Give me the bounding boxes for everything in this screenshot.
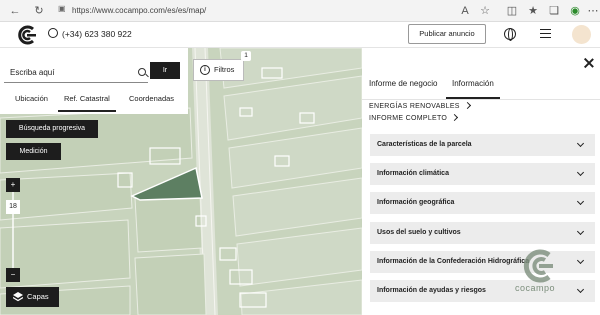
read-aloud-icon[interactable]: A	[458, 4, 472, 18]
tab-informe-negocio[interactable]: Informe de negocio	[369, 77, 438, 99]
menu-icon[interactable]	[540, 29, 551, 38]
section-label: Información geográfica	[377, 199, 455, 206]
section-caracteristicas[interactable]: Características de la parcela	[370, 134, 595, 156]
section-label: Información climática	[377, 170, 449, 177]
split-screen-icon[interactable]: ◫	[505, 4, 519, 18]
phone-number: (+34) 623 380 922	[62, 29, 132, 39]
section-climatica[interactable]: Información climática	[370, 163, 595, 185]
lock-icon[interactable]: ▣	[58, 4, 66, 13]
filters-button[interactable]: i Filtros	[193, 59, 244, 81]
divider	[362, 99, 600, 100]
language-globe-icon[interactable]	[504, 28, 516, 41]
search-placeholder: Escriba aquí	[10, 68, 55, 77]
chevron-down-icon	[576, 197, 585, 206]
refresh-icon[interactable]: ↻	[32, 4, 46, 18]
avatar[interactable]	[572, 25, 591, 44]
tab-coordenadas[interactable]: Coordenadas	[129, 90, 174, 112]
browser-toolbar: ← ↻ ▣ https://www.cocampo.com/es/es/map/…	[0, 0, 600, 22]
section-label: Información de la Confederación Hidrográ…	[377, 258, 530, 265]
section-label: Información de ayudas y riesgos	[377, 287, 486, 294]
close-icon[interactable]	[584, 58, 594, 68]
zoom-in-button[interactable]: +	[6, 178, 20, 192]
zoom-level: 18	[6, 200, 20, 214]
link-informe-completo[interactable]: INFORME COMPLETO	[369, 113, 459, 122]
more-icon[interactable]: ⋯	[586, 4, 600, 18]
chevron-down-icon	[576, 168, 585, 177]
favorites-bar-icon[interactable]: ★	[526, 4, 540, 18]
link-informe-label: INFORME COMPLETO	[369, 115, 448, 122]
chevron-down-icon	[576, 256, 585, 265]
section-usos-suelo[interactable]: Usos del suelo y cultivos	[370, 222, 595, 244]
search-tabs: Ubicación Ref. Catastral Coordenadas	[0, 90, 188, 114]
phone-contact[interactable]: (+34) 623 380 922	[48, 28, 132, 39]
zoom-slider[interactable]	[12, 214, 14, 268]
site-header: (+34) 623 380 922 Publicar anuncio	[0, 22, 600, 48]
search-panel: Escriba aquí Ir Ubicación Ref. Catastral…	[0, 48, 188, 114]
tab-informacion[interactable]: Información	[446, 77, 500, 99]
address-bar[interactable]: https://www.cocampo.com/es/es/map/	[72, 3, 492, 19]
chevron-right-icon	[451, 113, 459, 122]
layers-label: Capas	[27, 292, 49, 301]
tab-ubicacion[interactable]: Ubicación	[15, 90, 48, 112]
search-input[interactable]: Escriba aquí	[4, 63, 148, 83]
chevron-down-icon	[576, 285, 585, 294]
link-energias-label: ENERGÍAS RENOVABLES	[369, 103, 460, 110]
link-energias-renovables[interactable]: ENERGÍAS RENOVABLES	[369, 101, 471, 110]
watermark-text: cocampo	[515, 283, 556, 293]
measure-button[interactable]: Medición	[6, 143, 61, 160]
section-geografica[interactable]: Información geográfica	[370, 192, 595, 214]
favorite-icon[interactable]: ☆	[478, 4, 492, 18]
go-button[interactable]: Ir	[150, 62, 180, 79]
zoom-control: + 18 −	[6, 176, 20, 284]
info-icon: i	[200, 65, 210, 75]
search-icon[interactable]	[138, 68, 146, 76]
chevron-down-icon	[576, 227, 585, 236]
publish-listing-button[interactable]: Publicar anuncio	[408, 24, 486, 44]
layers-icon	[13, 292, 23, 302]
cocampo-logo[interactable]	[16, 24, 38, 46]
section-label: Características de la parcela	[377, 141, 472, 148]
filters-count-badge: 1	[241, 51, 251, 61]
chevron-down-icon	[576, 139, 585, 148]
filters-label: Filtros	[214, 65, 235, 74]
zoom-out-button[interactable]: −	[6, 268, 20, 282]
chevron-right-icon	[463, 101, 471, 110]
progressive-search-button[interactable]: Búsqueda progresiva	[6, 120, 98, 138]
tab-ref-catastral[interactable]: Ref. Catastral	[58, 90, 116, 112]
layers-button[interactable]: Capas	[6, 287, 59, 307]
whatsapp-icon	[48, 28, 58, 38]
section-label: Usos del suelo y cultivos	[377, 229, 461, 236]
back-icon[interactable]: ←	[8, 4, 22, 18]
collections-icon[interactable]: ❏	[547, 4, 561, 18]
extensions-icon[interactable]: ◉	[568, 4, 582, 18]
